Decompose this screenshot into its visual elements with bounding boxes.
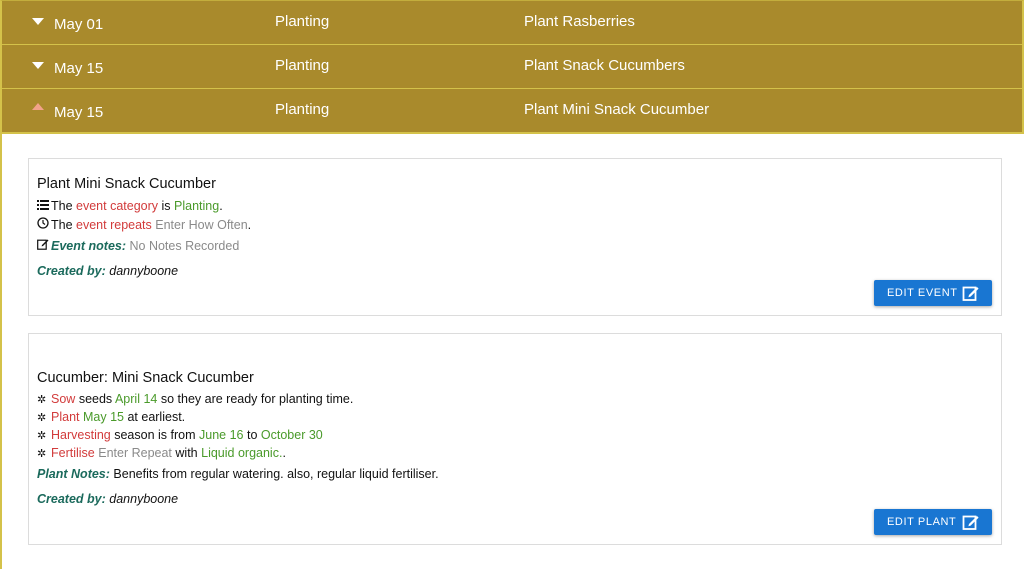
event-detail-panel: Plant Mini Snack Cucumber The event cate… xyxy=(0,134,1024,569)
plant-harvest-line: ✲ Harvesting season is from June 16 to Oc… xyxy=(37,428,323,442)
plant-card: Cucumber: Mini Snack Cucumber ✲ Sow seeds… xyxy=(28,333,1002,545)
plant-card-title: Cucumber: Mini Snack Cucumber xyxy=(37,370,254,386)
event-date: May 15 xyxy=(54,104,104,121)
event-title: Plant Rasberries xyxy=(524,13,635,30)
event-date: May 15 xyxy=(54,60,104,77)
plant-notes-line: Plant Notes: Benefits from regular water… xyxy=(37,467,439,481)
plant-plant-line: ✲ Plant May 15 at earliest. xyxy=(37,410,186,424)
edit-event-button[interactable]: EDIT EVENT xyxy=(874,280,992,306)
plant-sow-line: ✲ Sow seeds April 14 so they are ready fo… xyxy=(37,392,354,406)
plant-fertilise-line: ✲ Fertilise Enter Repeat with Liquid orga… xyxy=(37,446,286,460)
caret-down-icon[interactable] xyxy=(32,18,44,25)
clock-icon xyxy=(37,217,51,232)
event-row[interactable]: May 15 Planting Plant Snack Cucumbers xyxy=(0,44,1024,88)
event-accordion: May 01 Planting Plant Rasberries May 15 … xyxy=(0,0,1024,134)
event-category: Planting xyxy=(275,101,330,118)
event-category: Planting xyxy=(275,57,330,74)
event-card: Plant Mini Snack Cucumber The event cate… xyxy=(28,158,1002,316)
event-title: Plant Mini Snack Cucumber xyxy=(524,101,710,118)
gear-icon: ✲ xyxy=(37,430,47,442)
event-created-by: Created by: dannyboone xyxy=(37,264,179,278)
event-row[interactable]: May 01 Planting Plant Rasberries xyxy=(0,0,1024,44)
edit-icon xyxy=(962,513,980,531)
gear-icon: ✲ xyxy=(37,412,47,424)
caret-up-icon[interactable] xyxy=(32,103,44,110)
caret-down-icon[interactable] xyxy=(32,62,44,69)
plant-created-by: Created by: dannyboone xyxy=(37,492,179,506)
list-icon xyxy=(37,200,51,213)
gear-icon: ✲ xyxy=(37,394,47,406)
event-category: Planting xyxy=(275,13,330,30)
gear-icon: ✲ xyxy=(37,448,47,460)
edit-icon xyxy=(37,238,51,253)
event-card-title: Plant Mini Snack Cucumber xyxy=(37,176,216,192)
edit-plant-button[interactable]: EDIT PLANT xyxy=(874,509,992,535)
event-category-line: The event category is Planting. xyxy=(37,199,223,213)
event-repeat-line: The event repeats Enter How Often. xyxy=(37,217,251,232)
event-title: Plant Snack Cucumbers xyxy=(524,57,685,74)
event-row-expanded[interactable]: May 15 Planting Plant Mini Snack Cucumbe… xyxy=(0,88,1024,134)
event-date: May 01 xyxy=(54,16,104,33)
event-notes-line: Event notes: No Notes Recorded xyxy=(37,238,239,253)
edit-icon xyxy=(962,284,980,302)
